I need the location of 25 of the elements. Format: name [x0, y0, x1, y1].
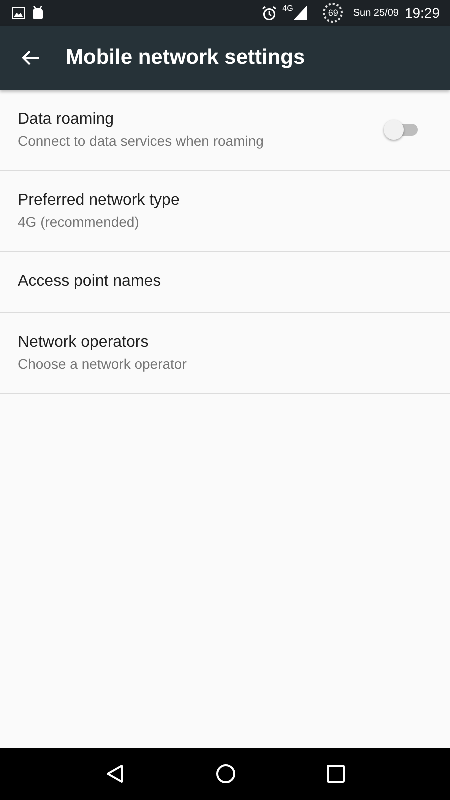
setting-title: Data roaming: [18, 111, 116, 129]
setting-title: Access point names: [18, 273, 162, 291]
back-icon[interactable]: [22, 50, 40, 66]
setting-item[interactable]: Data roaming Connect to data services when roaming: [0, 90, 450, 171]
status-time: 19:29: [404, 5, 440, 21]
status-date: Sun 25/09: [353, 8, 399, 18]
android-icon: [31, 6, 45, 20]
setting-title: Preferred network type: [18, 192, 181, 210]
signal-icon: [294, 6, 308, 20]
setting-summary: Choose a network operator: [18, 356, 188, 372]
alarm-icon: [262, 6, 277, 20]
image-icon: [12, 7, 25, 19]
home-icon[interactable]: [216, 764, 236, 784]
recents-icon[interactable]: [326, 765, 345, 783]
toggle-switch[interactable]: [384, 119, 420, 141]
setting-title: Network operators: [18, 334, 150, 352]
setting-summary: Connect to data services when roaming: [18, 133, 265, 149]
screen-title: Mobile network settings: [66, 46, 306, 70]
back-nav-icon[interactable]: [105, 764, 126, 784]
setting-summary: 4G (recommended): [18, 214, 140, 230]
setting-item[interactable]: Access point names: [0, 252, 450, 313]
setting-item[interactable]: Network operators Choose a network operator: [0, 313, 450, 394]
network-type: 4G: [282, 4, 294, 13]
battery-level: 69: [323, 3, 344, 23]
setting-item[interactable]: Preferred network type 4G (recommended): [0, 171, 450, 252]
